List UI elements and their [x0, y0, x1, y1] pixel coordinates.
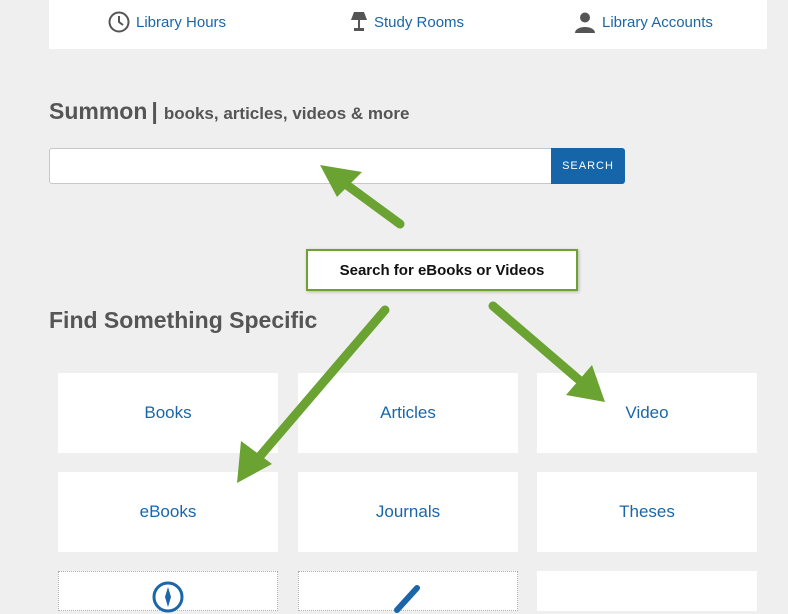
tile-video-label: Video	[625, 403, 669, 422]
clock-icon	[108, 11, 130, 33]
tile-theses[interactable]: Theses	[537, 472, 757, 552]
tile-more[interactable]	[537, 571, 757, 611]
tile-journals[interactable]: Journals	[298, 472, 518, 552]
tile-books[interactable]: Books	[58, 373, 278, 453]
tile-ebooks-label: eBooks	[139, 502, 197, 521]
tile-articles-label: Articles	[380, 403, 436, 422]
tile-theses-label: Theses	[619, 502, 675, 521]
study-rooms-link[interactable]: Study Rooms	[350, 10, 464, 34]
summon-title: Summon	[49, 98, 148, 124]
pencil-icon	[394, 585, 420, 613]
library-accounts-label: Library Accounts	[602, 13, 713, 31]
lamp-icon	[351, 12, 367, 31]
tile-ebooks[interactable]: eBooks	[58, 472, 278, 552]
tile-research-guides[interactable]	[58, 571, 278, 613]
user-icon	[575, 12, 595, 33]
search-button[interactable]: SEARCH	[551, 148, 625, 184]
top-quick-links: Library Hours Study Rooms Library Accoun…	[49, 0, 767, 49]
find-something-specific-heading: Find Something Specific	[49, 307, 318, 333]
tile-video[interactable]: Video	[537, 373, 757, 453]
library-accounts-link[interactable]: Library Accounts	[574, 10, 713, 34]
compass-icon	[152, 581, 184, 613]
summon-subtitle: books, articles, videos & more	[163, 104, 410, 123]
summon-separator: |	[151, 98, 158, 124]
library-hours-link[interactable]: Library Hours	[108, 10, 226, 34]
tile-journals-label: Journals	[375, 502, 441, 521]
tile-articles[interactable]: Articles	[298, 373, 518, 453]
tile-citation-help[interactable]	[298, 571, 518, 613]
study-rooms-label: Study Rooms	[374, 13, 465, 31]
tile-books-label: Books	[144, 403, 192, 422]
library-hours-label: Library Hours	[136, 13, 227, 31]
summon-heading: Summon | books, articles, videos & more	[49, 98, 409, 125]
summon-search-input[interactable]	[49, 148, 553, 184]
annotation-callout: Search for eBooks or Videos	[306, 249, 578, 291]
